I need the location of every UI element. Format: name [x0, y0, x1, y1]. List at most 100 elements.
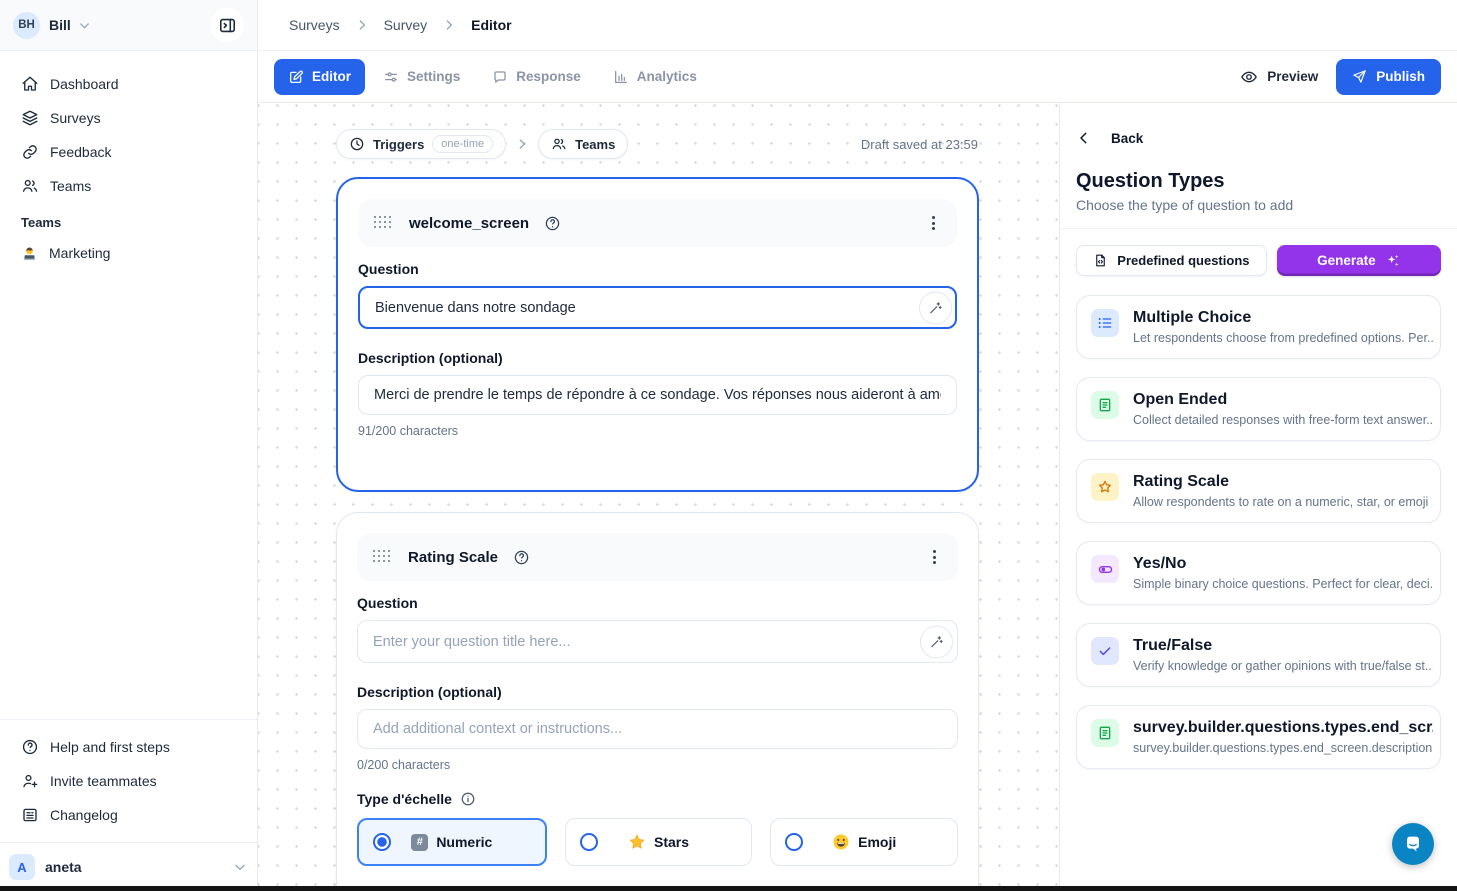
tab-editor[interactable]: Editor	[274, 59, 365, 95]
back-button[interactable]: Back	[1076, 130, 1441, 146]
account-switcher[interactable]: A aneta	[0, 842, 257, 891]
survey-canvas: Triggers one-time Teams Draft saved at 2…	[258, 103, 1059, 891]
card-menu-icon[interactable]	[926, 210, 941, 236]
chevron-down-icon	[232, 859, 248, 875]
question-description-input[interactable]	[357, 709, 958, 749]
tab-settings[interactable]: Settings	[369, 59, 474, 95]
users-icon	[21, 177, 39, 195]
document-icon	[1091, 391, 1119, 419]
scale-option-emoji[interactable]: Emoji	[770, 818, 958, 866]
sidebar-item-feedback[interactable]: Feedback	[12, 135, 245, 169]
smiley-emoji-icon	[832, 833, 850, 851]
editor-toolbar: Editor Settings Response Analytics Previ…	[258, 51, 1457, 103]
question-card-rating-scale[interactable]: Rating Scale Question Description (opti	[336, 512, 979, 891]
scale-option-stars[interactable]: Stars	[565, 818, 753, 866]
sidebar-item-dashboard[interactable]: Dashboard	[12, 67, 245, 101]
question-type-open-ended[interactable]: Open Ended Collect detailed responses wi…	[1076, 377, 1441, 441]
question-help-icon[interactable]	[513, 549, 530, 566]
scale-option-label: Numeric	[436, 834, 492, 850]
question-title-input[interactable]	[357, 620, 958, 663]
sidebar-item-label: Invite teammates	[50, 773, 157, 789]
info-icon[interactable]	[460, 791, 476, 807]
help-circle-icon	[21, 738, 39, 756]
type-description: Allow respondents to rate on a numeric, …	[1133, 495, 1433, 509]
question-type-end-screen[interactable]: survey.builder.questions.types.end_scr..…	[1076, 705, 1441, 769]
tab-analytics[interactable]: Analytics	[599, 59, 711, 95]
question-type-rating-scale[interactable]: Rating Scale Allow respondents to rate o…	[1076, 459, 1441, 523]
generate-button[interactable]: Generate	[1277, 245, 1441, 276]
sparkles-icon	[1385, 253, 1401, 269]
drag-handle-icon[interactable]	[374, 216, 394, 231]
app-window: BH Bill Dashboard Surveys Feedback	[0, 0, 1457, 891]
radio-selected-icon[interactable]	[373, 833, 391, 851]
draft-status: Draft saved at 23:59	[861, 137, 978, 152]
sidebar-item-surveys[interactable]: Surveys	[12, 101, 245, 135]
back-label: Back	[1111, 131, 1143, 146]
drag-handle-icon[interactable]	[373, 550, 393, 565]
sidebar-item-label: Surveys	[50, 110, 101, 126]
sidebar-item-invite[interactable]: Invite teammates	[12, 764, 245, 798]
card-menu-icon[interactable]	[927, 544, 942, 570]
account-name: aneta	[45, 859, 82, 875]
sidebar-item-changelog[interactable]: Changelog	[12, 798, 245, 832]
magic-wand-button[interactable]	[920, 625, 953, 658]
type-description: Simple binary choice questions. Perfect …	[1133, 577, 1433, 591]
panel-actions: Predefined questions Generate	[1076, 245, 1441, 276]
card-title: welcome_screen	[409, 215, 529, 232]
send-icon	[1352, 69, 1367, 84]
sidebar-item-teams[interactable]: Teams	[12, 169, 245, 203]
question-type-multiple-choice[interactable]: Multiple Choice Let respondents choose f…	[1076, 295, 1441, 359]
tab-label: Response	[516, 69, 581, 84]
question-type-true-false[interactable]: True/False Verify knowledge or gather op…	[1076, 623, 1441, 687]
file-code-icon	[1093, 253, 1108, 268]
screen-bottom-edge	[0, 886, 1457, 891]
radio-icon[interactable]	[580, 833, 598, 851]
team-label: Marketing	[49, 245, 110, 261]
predefined-questions-button[interactable]: Predefined questions	[1076, 245, 1267, 276]
sidebar-item-label: Dashboard	[50, 76, 119, 92]
type-description: Collect detailed responses with free-for…	[1133, 413, 1433, 427]
radio-icon[interactable]	[785, 833, 803, 851]
preview-label: Preview	[1267, 69, 1318, 84]
breadcrumb-surveys[interactable]: Surveys	[289, 17, 340, 33]
workspace-switcher[interactable]: BH Bill	[0, 0, 257, 51]
hash-keycap-icon: #	[411, 834, 428, 851]
sliders-icon	[383, 69, 399, 85]
breadcrumb-editor: Editor	[471, 17, 511, 33]
panel-collapse-icon	[218, 16, 237, 35]
triggers-chip[interactable]: Triggers one-time	[336, 129, 506, 159]
sidebar-team-marketing[interactable]: Marketing	[12, 236, 245, 270]
question-description-input[interactable]	[358, 375, 957, 415]
type-description: Let respondents choose from predefined o…	[1133, 331, 1433, 345]
changelog-icon	[21, 806, 39, 824]
star-icon	[1091, 473, 1119, 501]
sidebar-nav: Dashboard Surveys Feedback Teams Teams	[0, 51, 257, 270]
account-avatar: A	[9, 854, 35, 880]
type-description: survey.builder.questions.types.end_scree…	[1133, 741, 1433, 755]
magic-wand-button[interactable]	[919, 291, 952, 324]
chat-launcher-button[interactable]	[1392, 823, 1434, 865]
canvas-chips-row: Triggers one-time Teams Draft saved at 2…	[336, 129, 978, 159]
link-icon	[21, 143, 39, 161]
tab-response[interactable]: Response	[478, 59, 595, 95]
question-help-icon[interactable]	[544, 215, 561, 232]
chevron-left-icon	[1076, 130, 1092, 146]
sidebar-collapse-button[interactable]	[210, 8, 244, 42]
layers-icon	[21, 109, 39, 127]
question-type-yes-no[interactable]: Yes/No Simple binary choice questions. P…	[1076, 541, 1441, 605]
question-card-welcome-screen[interactable]: welcome_screen Question Description (op	[336, 177, 979, 492]
scale-option-numeric[interactable]: # Numeric	[357, 818, 547, 866]
magic-wand-icon	[928, 300, 943, 315]
publish-button[interactable]: Publish	[1336, 59, 1441, 95]
bar-chart-icon	[613, 69, 629, 85]
check-icon	[1091, 637, 1119, 665]
type-name: Rating Scale	[1133, 473, 1433, 491]
breadcrumb-survey[interactable]: Survey	[384, 17, 428, 33]
pencil-square-icon	[288, 69, 304, 85]
teams-chip[interactable]: Teams	[538, 129, 628, 159]
sidebar-item-help[interactable]: Help and first steps	[12, 730, 245, 764]
question-type-list: Multiple Choice Let respondents choose f…	[1060, 289, 1457, 787]
question-title-input[interactable]	[358, 286, 957, 329]
preview-button[interactable]: Preview	[1226, 59, 1332, 95]
clock-icon	[349, 136, 365, 152]
